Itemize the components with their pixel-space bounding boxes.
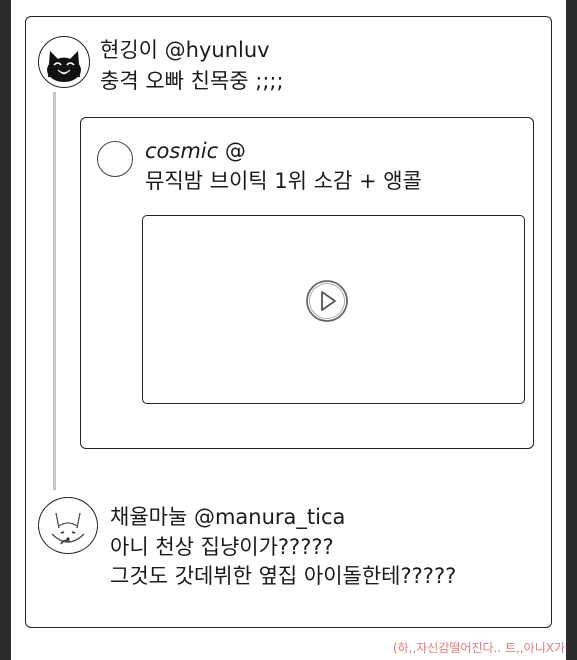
quoted-post-text: 뮤직밤 브이틱 1위 소감 + 앵콜 bbox=[145, 169, 422, 193]
cat-avatar-icon[interactable] bbox=[38, 36, 90, 88]
reply-author: 채율마눌 @manura_tica bbox=[110, 503, 345, 531]
quoted-author: cosmic @ bbox=[145, 137, 246, 165]
post-author: 현깅이 @hyunluv bbox=[100, 36, 270, 64]
reply-author-handle[interactable]: @manura_tica bbox=[194, 505, 345, 529]
right-edge-strip bbox=[566, 0, 577, 660]
author-name[interactable]: 현깅이 bbox=[100, 38, 158, 62]
left-edge-strip bbox=[0, 0, 11, 660]
quoted-author-name[interactable]: cosmic bbox=[145, 139, 218, 163]
reply-text: 아니 천상 집냥이가????? 그것도 갓데뷔한 옆집 아이돌한테????? bbox=[110, 533, 456, 591]
post-text: 충격 오빠 친목중 ;;;; bbox=[100, 69, 284, 93]
reply-line: 그것도 갓데뷔한 옆집 아이돌한테????? bbox=[110, 564, 457, 588]
fox-avatar-icon[interactable] bbox=[38, 497, 98, 554]
quoted-author-handle[interactable]: @ bbox=[225, 139, 246, 163]
reply-line: 아니 천상 집냥이가????? bbox=[110, 535, 334, 559]
reply-author-name[interactable]: 채율마눌 bbox=[110, 505, 187, 529]
quoted-avatar-icon[interactable] bbox=[97, 141, 133, 177]
thread-line bbox=[53, 92, 56, 490]
author-handle[interactable]: @hyunluv bbox=[165, 38, 270, 62]
caption-text: (하,,자신감떨어진다.. 트,,아니X가 bbox=[392, 641, 565, 655]
play-icon[interactable] bbox=[303, 277, 351, 325]
